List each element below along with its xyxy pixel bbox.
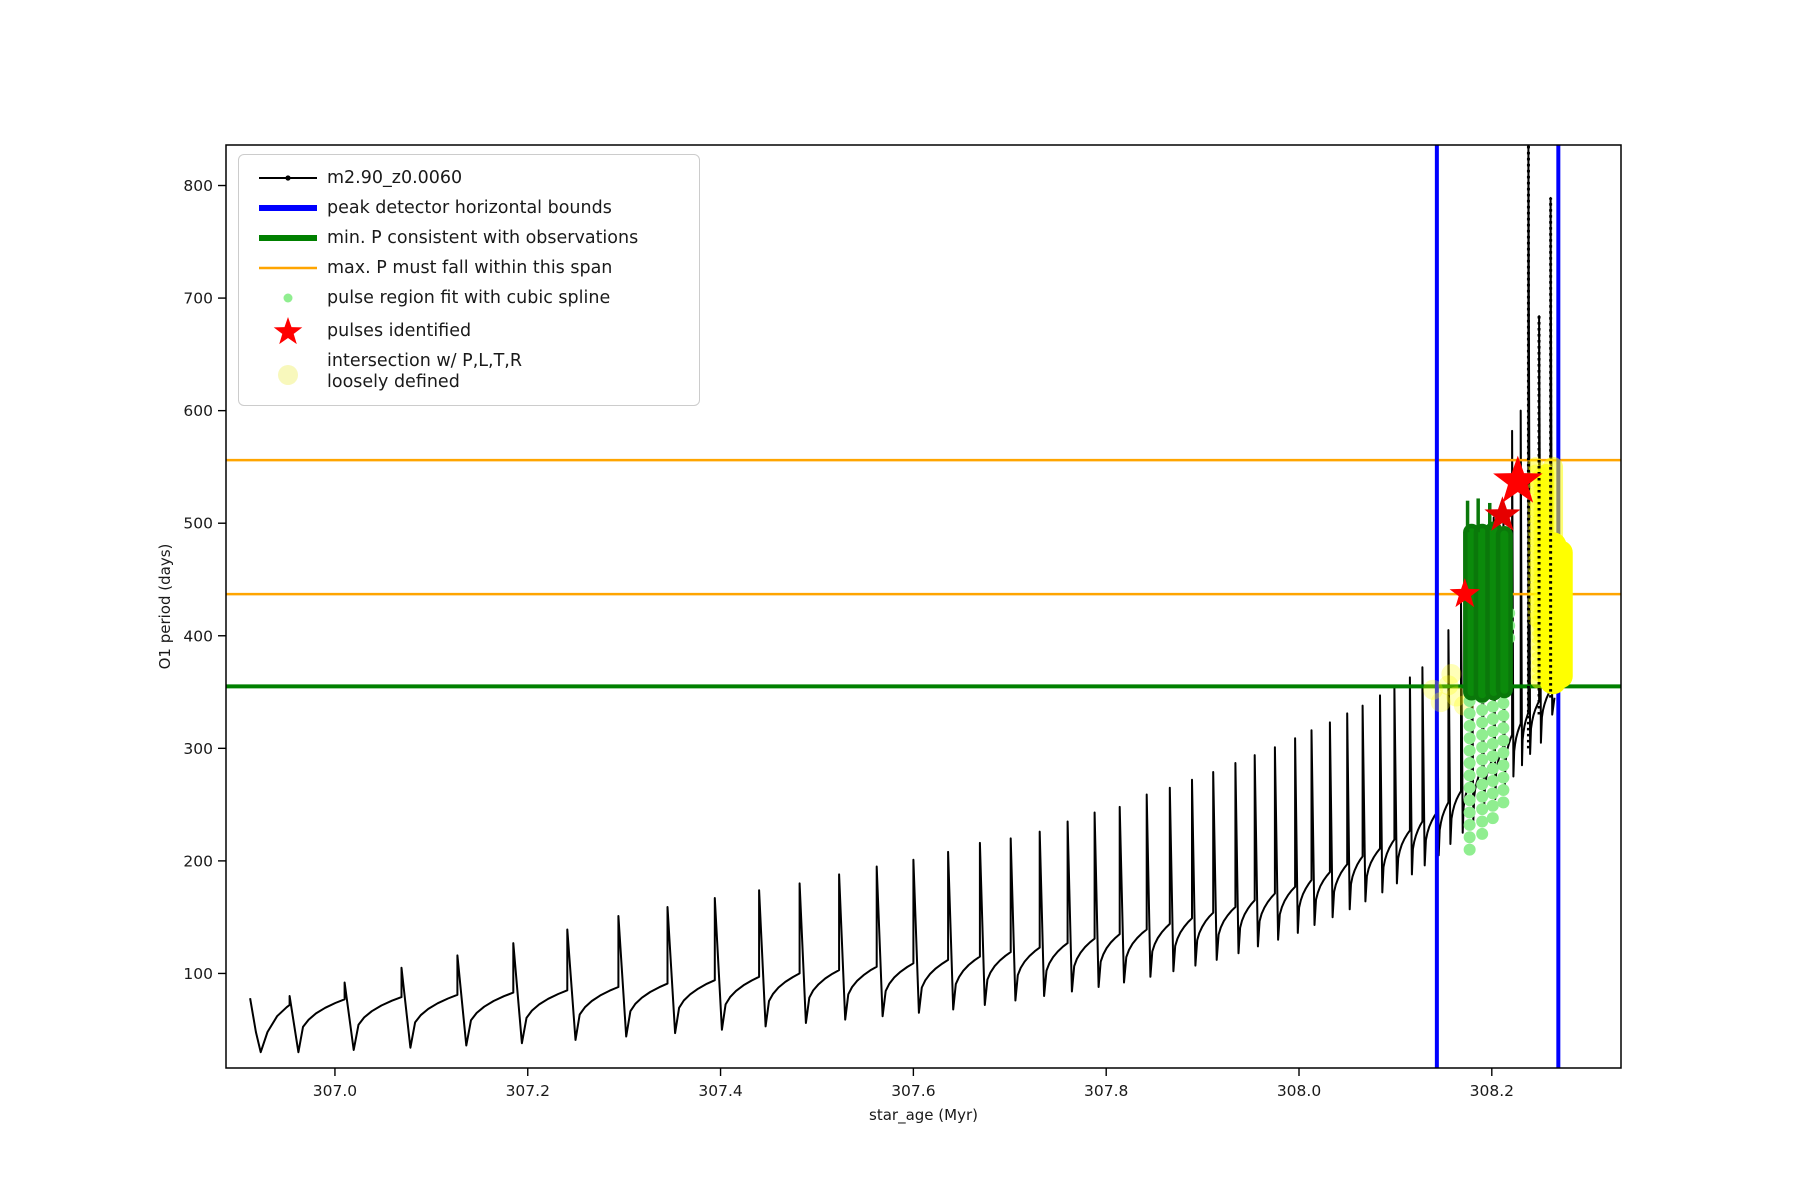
legend-row-pulses: pulses identified — [249, 313, 689, 349]
spline-dot — [1486, 737, 1499, 750]
spline-dot — [1463, 769, 1476, 782]
y-tick-label: 600 — [183, 402, 213, 420]
spline-dot — [1476, 704, 1489, 717]
spline-dot — [1497, 783, 1510, 796]
y-tick-label: 400 — [183, 627, 213, 645]
spline-dot — [1476, 753, 1489, 766]
legend: m2.90_z0.0060 peak detector horizontal b… — [238, 154, 700, 406]
legend-label-series: m2.90_z0.0060 — [327, 167, 463, 188]
spline-dot — [1463, 831, 1476, 844]
spline-dot — [1476, 741, 1489, 754]
legend-row-peak-bounds: peak detector horizontal bounds — [249, 193, 689, 223]
spline-dot — [1486, 700, 1499, 713]
spline-dot — [1486, 787, 1499, 800]
legend-label-peak-bounds: peak detector horizontal bounds — [327, 197, 612, 218]
spline-dot — [1486, 774, 1499, 787]
y-tick-label: 800 — [183, 177, 213, 195]
spline-dot — [1463, 781, 1476, 794]
legend-label-max-p: max. P must fall within this span — [327, 257, 613, 278]
legend-row-min-p: min. P consistent with observations — [249, 223, 689, 253]
spline-dot — [1463, 719, 1476, 732]
x-tick-label: 308.2 — [1470, 1082, 1514, 1100]
series-line-sample — [249, 166, 327, 190]
star-icon — [273, 317, 303, 345]
star-sample — [249, 314, 327, 348]
x-tick-label: 308.0 — [1277, 1082, 1321, 1100]
spline-dot — [1486, 762, 1499, 775]
blue-line-sample — [249, 196, 327, 220]
legend-label-intersection-2: loosely defined — [327, 372, 460, 392]
orange-line-sample — [249, 256, 327, 280]
spline-dot — [1486, 750, 1499, 763]
spline-dot — [1476, 827, 1489, 840]
spline-dot-icon — [283, 293, 293, 303]
x-tick-label: 307.2 — [506, 1082, 550, 1100]
y-tick-label: 500 — [183, 515, 213, 533]
spline-dot — [1476, 815, 1489, 828]
spline-dot — [1497, 734, 1510, 747]
spline-dot — [1463, 843, 1476, 856]
spline-dot — [1476, 728, 1489, 741]
spline-dot — [1497, 722, 1510, 735]
legend-label-min-p: min. P consistent with observations — [327, 227, 639, 248]
spline-dot — [1486, 799, 1499, 812]
yellow-dot-sample — [249, 355, 327, 389]
x-tick-label: 307.0 — [313, 1082, 357, 1100]
spline-dot — [1486, 812, 1499, 825]
spline-dot — [1463, 794, 1476, 807]
spline-dot — [1463, 732, 1476, 745]
spline-dot — [1497, 746, 1510, 759]
spline-dot — [1463, 756, 1476, 769]
spline-dot — [1476, 716, 1489, 729]
legend-label-intersection-1: intersection w/ P,L,T,R — [327, 351, 522, 372]
spline-dot — [1486, 713, 1499, 726]
spline-dot — [1497, 709, 1510, 722]
spline-dot — [1463, 806, 1476, 819]
spline-dot — [1497, 771, 1510, 784]
spline-dot — [1476, 790, 1489, 803]
legend-row-intersection: intersection w/ P,L,T,R loosely defined — [249, 349, 689, 395]
x-tick-label: 307.4 — [698, 1082, 742, 1100]
legend-row-series: m2.90_z0.0060 — [249, 163, 689, 193]
figure-canvas: 307.0 307.2 307.4 307.6 307.8 308.0 308.2 100 20… — [0, 0, 1800, 1200]
spline-dot — [1463, 818, 1476, 831]
green-line-sample — [249, 226, 327, 250]
x-tick-label: 307.6 — [891, 1082, 935, 1100]
y-tick-label: 200 — [183, 852, 213, 870]
x-axis-label: star_age (Myr) — [869, 1106, 978, 1125]
legend-label-spline: pulse region fit with cubic spline — [327, 287, 611, 308]
y-tick-label: 700 — [183, 290, 213, 308]
spline-dot — [1463, 744, 1476, 757]
yellow-faint-dot — [1441, 664, 1462, 685]
spline-dot — [1497, 759, 1510, 772]
legend-row-max-p: max. P must fall within this span — [249, 253, 689, 283]
spline-dot — [1476, 778, 1489, 791]
spline-dot — [1497, 697, 1510, 710]
spline-dot — [1497, 796, 1510, 809]
spline-dot — [1476, 803, 1489, 816]
legend-row-spline: pulse region fit with cubic spline — [249, 283, 689, 313]
spline-dot-sample — [249, 286, 327, 310]
spline-dot — [1463, 707, 1476, 720]
y-tick-label: 100 — [183, 965, 213, 983]
yellow-dot-icon — [278, 365, 298, 385]
spline-dot — [1486, 725, 1499, 738]
y-axis-label: O1 period (days) — [156, 544, 174, 670]
y-tick-label: 300 — [183, 740, 213, 758]
spline-dot — [1476, 765, 1489, 778]
legend-label-pulses: pulses identified — [327, 320, 472, 341]
x-tick-label: 307.8 — [1084, 1082, 1128, 1100]
series-marker-icon — [285, 175, 291, 181]
